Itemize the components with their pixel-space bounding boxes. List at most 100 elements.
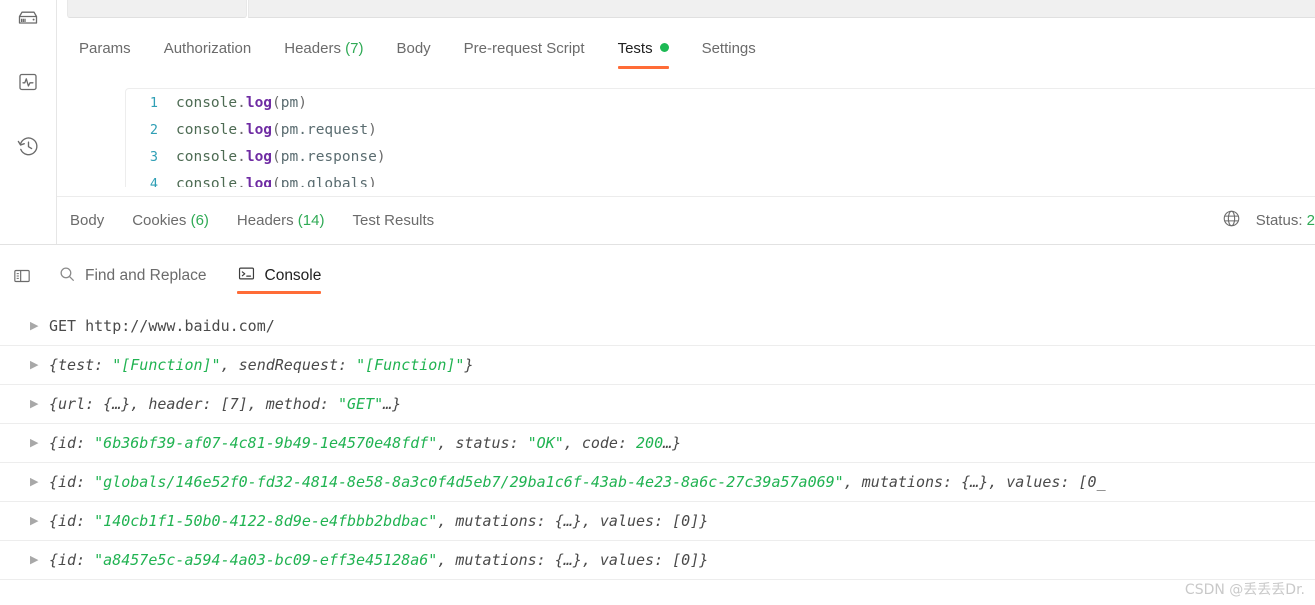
log-token: …} [663,434,682,452]
line-number: 4 [149,175,158,188]
request-tab-tests[interactable]: Tests [617,38,669,69]
response-tab-cookies[interactable]: Cookies (6) [132,212,209,229]
console-log-list[interactable]: ▶ GET http://www.baidu.com/▶ {test: "[Func… [0,307,1315,605]
find-and-replace-button[interactable]: Find and Replace [58,254,207,298]
expand-caret-icon[interactable]: ▶ [30,320,46,332]
code-token: pm.response [280,148,377,165]
line-number: 1 [149,94,158,111]
console-log-text: {id: "140cb1f1-50b0-4122-8d9e-e4fbbb2bdb… [49,512,708,530]
log-token: , mutations: {…}, values: [0]} [437,512,709,530]
code-token: ( [272,148,281,165]
response-tab-test-results[interactable]: Test Results [352,212,434,229]
log-token: "globals/146e52f0-fd32-4814-8e58-8a3c0f4… [94,473,844,491]
console-log-text: GET http://www.baidu.com/ [49,317,275,335]
code-token: ) [376,148,386,165]
log-token: "a8457e5c-a594-4a03-bc09-eff3e45128a6" [94,551,438,569]
request-tab-body[interactable]: Body [396,38,430,68]
mock-server-icon[interactable] [12,2,44,34]
response-tab-label: Cookies [132,212,187,229]
status-badge: Status: 2 [1256,212,1315,229]
console-log-row[interactable]: ▶ {id: "a8457e5c-a594-4a03-bc09-eff3e4512… [0,541,1315,580]
log-token: {id: [49,512,95,530]
sidebar-panel-icon[interactable] [12,254,32,298]
request-tab-label: Authorization [163,40,252,57]
console-tab-underline [236,291,322,294]
history-icon[interactable] [12,130,44,162]
expand-caret-icon[interactable]: ▶ [30,437,46,449]
log-token: {id: [49,551,95,569]
console-log-row[interactable]: ▶ GET http://www.baidu.com/ [0,307,1315,346]
request-tab-label: Headers [284,40,341,57]
request-section-tabs: Params Authorization Headers (7) Body Pre-re… [57,34,1315,72]
response-tab-label: Test Results [352,212,435,229]
console-log-text: {id: "globals/146e52f0-fd32-4814-8e58-8a… [49,473,1106,491]
log-token: "140cb1f1-50b0-4122-8d9e-e4fbbb2bdbac" [94,512,438,530]
request-tab-params[interactable]: Params [79,38,131,68]
code-text: console.log(pm.response) [176,149,386,165]
response-tab-count: (6) [190,212,209,229]
console-log-row[interactable]: ▶ {id: "6b36bf39-af07-4c81-9b49-1e4570e48… [0,424,1315,463]
code-token: log [245,175,273,188]
log-token: , status: [437,434,528,452]
code-token: console [176,94,238,111]
request-tab-count: (7) [345,40,364,57]
log-token: "[Function]" [356,356,465,374]
expand-caret-icon[interactable]: ▶ [30,398,46,410]
monitor-icon[interactable] [12,66,44,98]
search-icon [58,265,76,288]
open-tab-2[interactable] [248,0,1315,18]
log-token: {test: [49,356,113,374]
code-token: console [176,121,238,138]
console-log-row[interactable]: ▶ {id: "globals/146e52f0-fd32-4814-8e58-8… [0,463,1315,502]
response-tab-label: Body [70,212,105,229]
console-log-text: {test: "[Function]", sendRequest: "[Func… [49,356,473,374]
terminal-icon [237,264,256,288]
code-line: 1 console.log(pm) [126,89,1315,116]
response-tab-label: Headers [236,212,294,229]
code-text: console.log(pm.request) [176,122,377,138]
console-tab-label: Console [264,267,322,284]
console-log-row[interactable]: ▶ {id: "140cb1f1-50b0-4122-8d9e-e4fbbb2bd… [0,502,1315,541]
log-token: , sendRequest: [220,356,357,374]
left-sidebar-rail [0,0,57,245]
console-log-row[interactable]: ▶ {url: {…}, header: [7], method: "GET"…} [0,385,1315,424]
globe-icon[interactable] [1221,208,1242,233]
status-code: 2 [1306,212,1315,229]
expand-caret-icon[interactable]: ▶ [30,554,46,566]
console-tab[interactable]: Console [236,254,322,298]
expand-caret-icon[interactable]: ▶ [30,359,46,371]
console-log-row[interactable]: ▶ {test: "[Function]", sendRequest: "[Fun… [0,346,1315,385]
code-text: console.log(pm) [176,95,307,111]
tests-modified-dot-icon [659,43,669,52]
console-log-text: {id: "6b36bf39-af07-4c81-9b49-1e4570e48f… [49,434,681,452]
postman-window: Params Authorization Headers (7) Body Pre-re… [0,0,1315,605]
request-tab-headers[interactable]: Headers (7) [284,38,363,68]
request-tab-label: Tests [617,40,653,57]
line-number: 2 [149,121,158,138]
log-token: {url: {…}, header: [7], method: [49,395,338,413]
request-tab-pre-request-script[interactable]: Pre-request Script [464,38,585,68]
code-token: console [176,148,238,165]
open-tab-1[interactable] [67,0,247,18]
response-tab-body[interactable]: Body [70,212,104,229]
code-token: . [237,94,246,111]
code-token: pm.globals [280,175,369,188]
code-token: log [245,148,273,165]
tests-code-editor[interactable]: 1 console.log(pm) 2 console.log(pm.request)… [125,88,1315,187]
log-token: "6b36bf39-af07-4c81-9b49-1e4570e48fdf" [94,434,438,452]
log-token: "GET" [337,395,384,413]
expand-caret-icon[interactable]: ▶ [30,515,46,527]
code-token: ) [298,94,307,111]
log-token: …} [383,395,402,413]
log-token: , mutations: {…}, values: [0_ [843,473,1106,491]
code-token: . [237,175,246,188]
console-toolbar: Find and Replace Console [0,245,1315,307]
code-token: console [176,175,238,188]
response-tab-headers[interactable]: Headers (14) [237,212,325,229]
expand-caret-icon[interactable]: ▶ [30,476,46,488]
log-token: {id: [49,473,95,491]
request-tab-authorization[interactable]: Authorization [164,38,252,68]
console-log-text: {url: {…}, header: [7], method: "GET"…} [49,395,401,413]
code-token: ( [272,121,281,138]
request-tab-settings[interactable]: Settings [702,38,756,68]
